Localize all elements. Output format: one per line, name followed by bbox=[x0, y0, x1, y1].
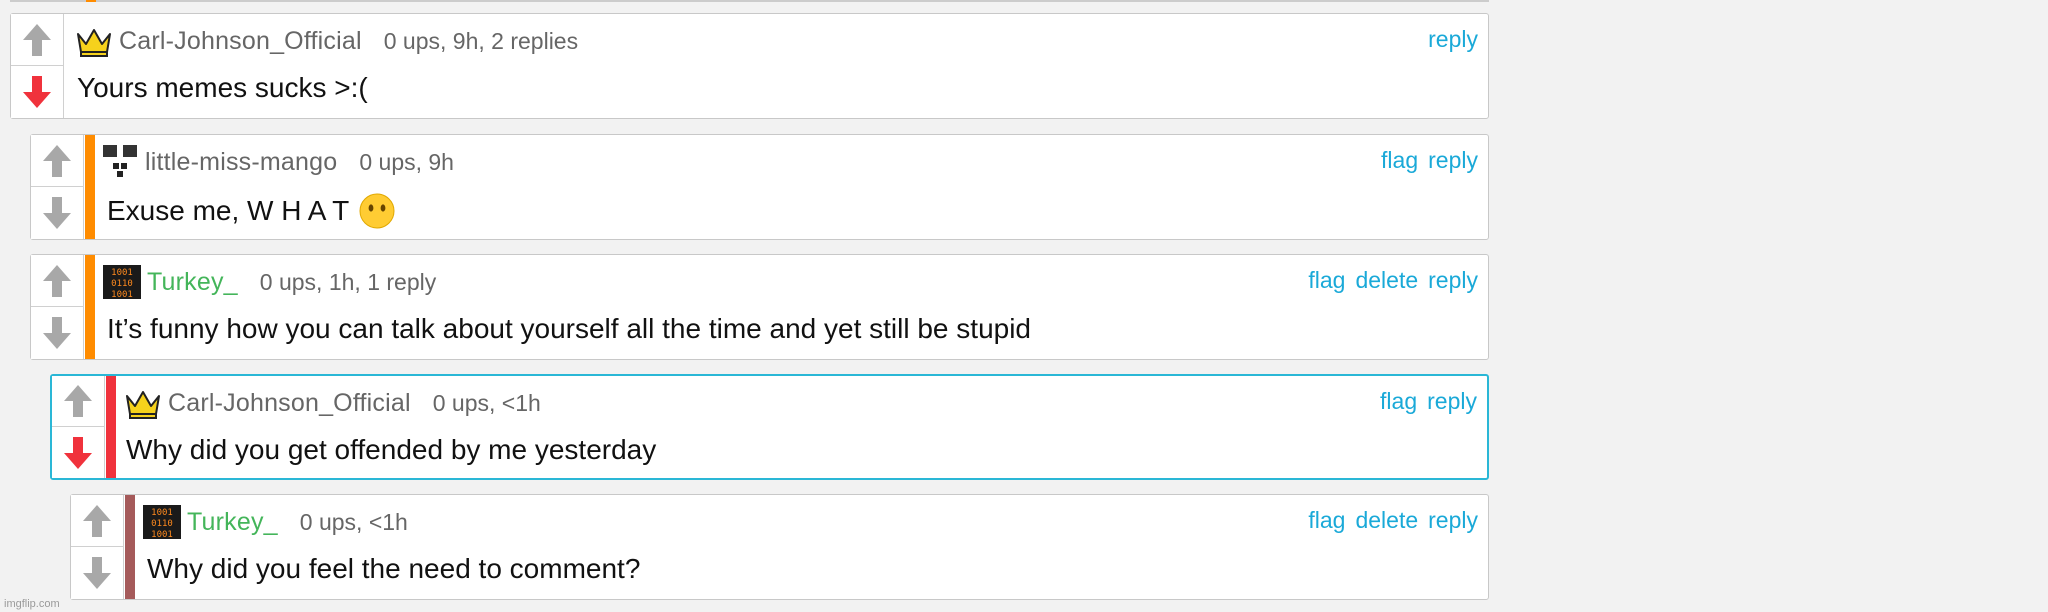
downvote-button[interactable] bbox=[31, 187, 83, 239]
binary-icon: 1001 0110 1001 bbox=[103, 265, 141, 299]
avatar[interactable]: 1001 0110 1001 bbox=[143, 505, 181, 539]
comment-text: Exuse me, W H A T bbox=[107, 193, 395, 229]
reply-link[interactable]: reply bbox=[1428, 147, 1478, 174]
comment-actions: flag reply bbox=[1380, 388, 1477, 415]
arrow-down-icon bbox=[64, 436, 92, 469]
comment-meta: 0 ups, <1h bbox=[432, 389, 541, 416]
svg-text:1001: 1001 bbox=[151, 530, 173, 539]
comment-header: 1001 0110 1001 Turkey_ 0 ups, 1h, 1 repl… bbox=[103, 265, 436, 299]
upvote-button[interactable] bbox=[11, 14, 63, 66]
previous-comment-bar bbox=[86, 0, 96, 2]
arrow-up-icon bbox=[23, 23, 51, 56]
comment-header: Carl-Johnson_Official 0 ups, <1h bbox=[124, 386, 541, 420]
comment-card: 1001 0110 1001 Turkey_ 0 ups, 1h, 1 repl… bbox=[30, 254, 1489, 360]
comment-text: Why did you get offended by me yesterday bbox=[126, 434, 656, 466]
crown-icon bbox=[77, 29, 111, 57]
previous-comment-edge bbox=[10, 0, 1489, 2]
comment-card: Carl-Johnson_Official 0 ups, 9h, 2 repli… bbox=[10, 13, 1489, 119]
comment-meta: 0 ups, 9h, 2 replies bbox=[383, 27, 579, 54]
comment-text: It’s funny how you can talk about yourse… bbox=[107, 313, 1031, 345]
arrow-up-icon bbox=[83, 504, 111, 537]
no-mouth-face-emoji-icon bbox=[359, 193, 395, 229]
arrow-down-icon bbox=[43, 197, 71, 229]
upvote-button[interactable] bbox=[31, 255, 83, 307]
comment-text-content: Why did you get offended by me yesterday bbox=[126, 434, 657, 465]
comment-text-content: It’s funny how you can talk about yourse… bbox=[107, 313, 1031, 344]
svg-text:1001: 1001 bbox=[111, 290, 133, 299]
username-link[interactable]: Turkey_ bbox=[187, 508, 278, 537]
avatar[interactable] bbox=[124, 386, 162, 420]
username-link[interactable]: Carl-Johnson_Official bbox=[168, 389, 411, 418]
flag-link[interactable]: flag bbox=[1380, 388, 1417, 415]
comment-card: 1001 0110 1001 Turkey_ 0 ups, <1h flag d… bbox=[70, 494, 1489, 600]
upvote-button[interactable] bbox=[71, 495, 123, 547]
username-link[interactable]: Carl-Johnson_Official bbox=[119, 27, 362, 56]
thread-depth-bar bbox=[125, 495, 135, 599]
flag-link[interactable]: flag bbox=[1308, 267, 1345, 294]
thread-depth-bar bbox=[106, 376, 116, 478]
comment-header: Carl-Johnson_Official 0 ups, 9h, 2 repli… bbox=[75, 24, 578, 58]
svg-text:0110: 0110 bbox=[111, 279, 133, 289]
binary-icon: 1001 0110 1001 bbox=[143, 505, 181, 539]
comment-header: little-miss-mango 0 ups, 9h bbox=[101, 145, 454, 179]
arrow-down-icon bbox=[43, 317, 71, 349]
comment-text: Why did you feel the need to comment? bbox=[147, 553, 640, 585]
comment-actions: flag delete reply bbox=[1308, 507, 1478, 534]
avatar[interactable]: 1001 0110 1001 bbox=[103, 265, 141, 299]
thread-depth-bar bbox=[85, 255, 95, 359]
crown-icon bbox=[126, 391, 160, 419]
downvote-button[interactable] bbox=[11, 66, 63, 118]
watermark: imgflip.com bbox=[4, 598, 60, 610]
upvote-button[interactable] bbox=[31, 135, 83, 187]
svg-text:1001: 1001 bbox=[151, 508, 173, 518]
comment-actions: reply bbox=[1428, 26, 1478, 53]
reply-link[interactable]: reply bbox=[1428, 26, 1478, 53]
delete-link[interactable]: delete bbox=[1355, 507, 1418, 534]
vote-column bbox=[71, 495, 124, 599]
comment-text-content: Yours memes sucks >:( bbox=[77, 72, 368, 103]
comment-text-content: Why did you feel the need to comment? bbox=[147, 553, 641, 584]
comment-meta: 0 ups, 1h, 1 reply bbox=[259, 268, 437, 295]
username-link[interactable]: Turkey_ bbox=[147, 268, 238, 297]
vote-column bbox=[31, 135, 84, 239]
comment-actions: flag reply bbox=[1381, 147, 1478, 174]
comment-text-content: Exuse me, W H A T bbox=[107, 195, 350, 226]
arrow-up-icon bbox=[43, 144, 71, 177]
comment-meta: 0 ups, <1h bbox=[299, 508, 408, 535]
comment-card: Carl-Johnson_Official 0 ups, <1h flag re… bbox=[50, 374, 1489, 480]
reply-link[interactable]: reply bbox=[1427, 388, 1477, 415]
username-link[interactable]: little-miss-mango bbox=[145, 148, 337, 177]
thread-depth-bar bbox=[85, 135, 95, 239]
comment-card: little-miss-mango 0 ups, 9h flag reply E… bbox=[30, 134, 1489, 240]
avatar[interactable] bbox=[75, 24, 113, 58]
reply-link[interactable]: reply bbox=[1428, 507, 1478, 534]
downvote-button[interactable] bbox=[31, 307, 83, 359]
avatar[interactable] bbox=[101, 145, 139, 179]
flag-link[interactable]: flag bbox=[1381, 147, 1418, 174]
svg-text:1001: 1001 bbox=[111, 268, 133, 278]
comment-thread: Carl-Johnson_Official 0 ups, 9h, 2 repli… bbox=[0, 0, 2048, 612]
downvote-button[interactable] bbox=[52, 427, 104, 478]
vote-column bbox=[31, 255, 84, 359]
comment-text: Yours memes sucks >:( bbox=[77, 72, 368, 104]
vote-column bbox=[11, 14, 64, 118]
svg-text:0110: 0110 bbox=[151, 519, 173, 529]
downvote-button[interactable] bbox=[71, 547, 123, 599]
flag-link[interactable]: flag bbox=[1308, 507, 1345, 534]
vote-column bbox=[52, 376, 105, 478]
comment-meta: 0 ups, 9h bbox=[359, 148, 454, 175]
upvote-button[interactable] bbox=[52, 376, 104, 427]
reply-link[interactable]: reply bbox=[1428, 267, 1478, 294]
arrow-up-icon bbox=[64, 385, 92, 417]
arrow-up-icon bbox=[43, 264, 71, 297]
arrow-down-icon bbox=[23, 76, 51, 108]
delete-link[interactable]: delete bbox=[1355, 267, 1418, 294]
arrow-down-icon bbox=[83, 557, 111, 589]
pixel-face-icon bbox=[103, 145, 137, 177]
comment-header: 1001 0110 1001 Turkey_ 0 ups, <1h bbox=[143, 505, 408, 539]
comment-actions: flag delete reply bbox=[1308, 267, 1478, 294]
